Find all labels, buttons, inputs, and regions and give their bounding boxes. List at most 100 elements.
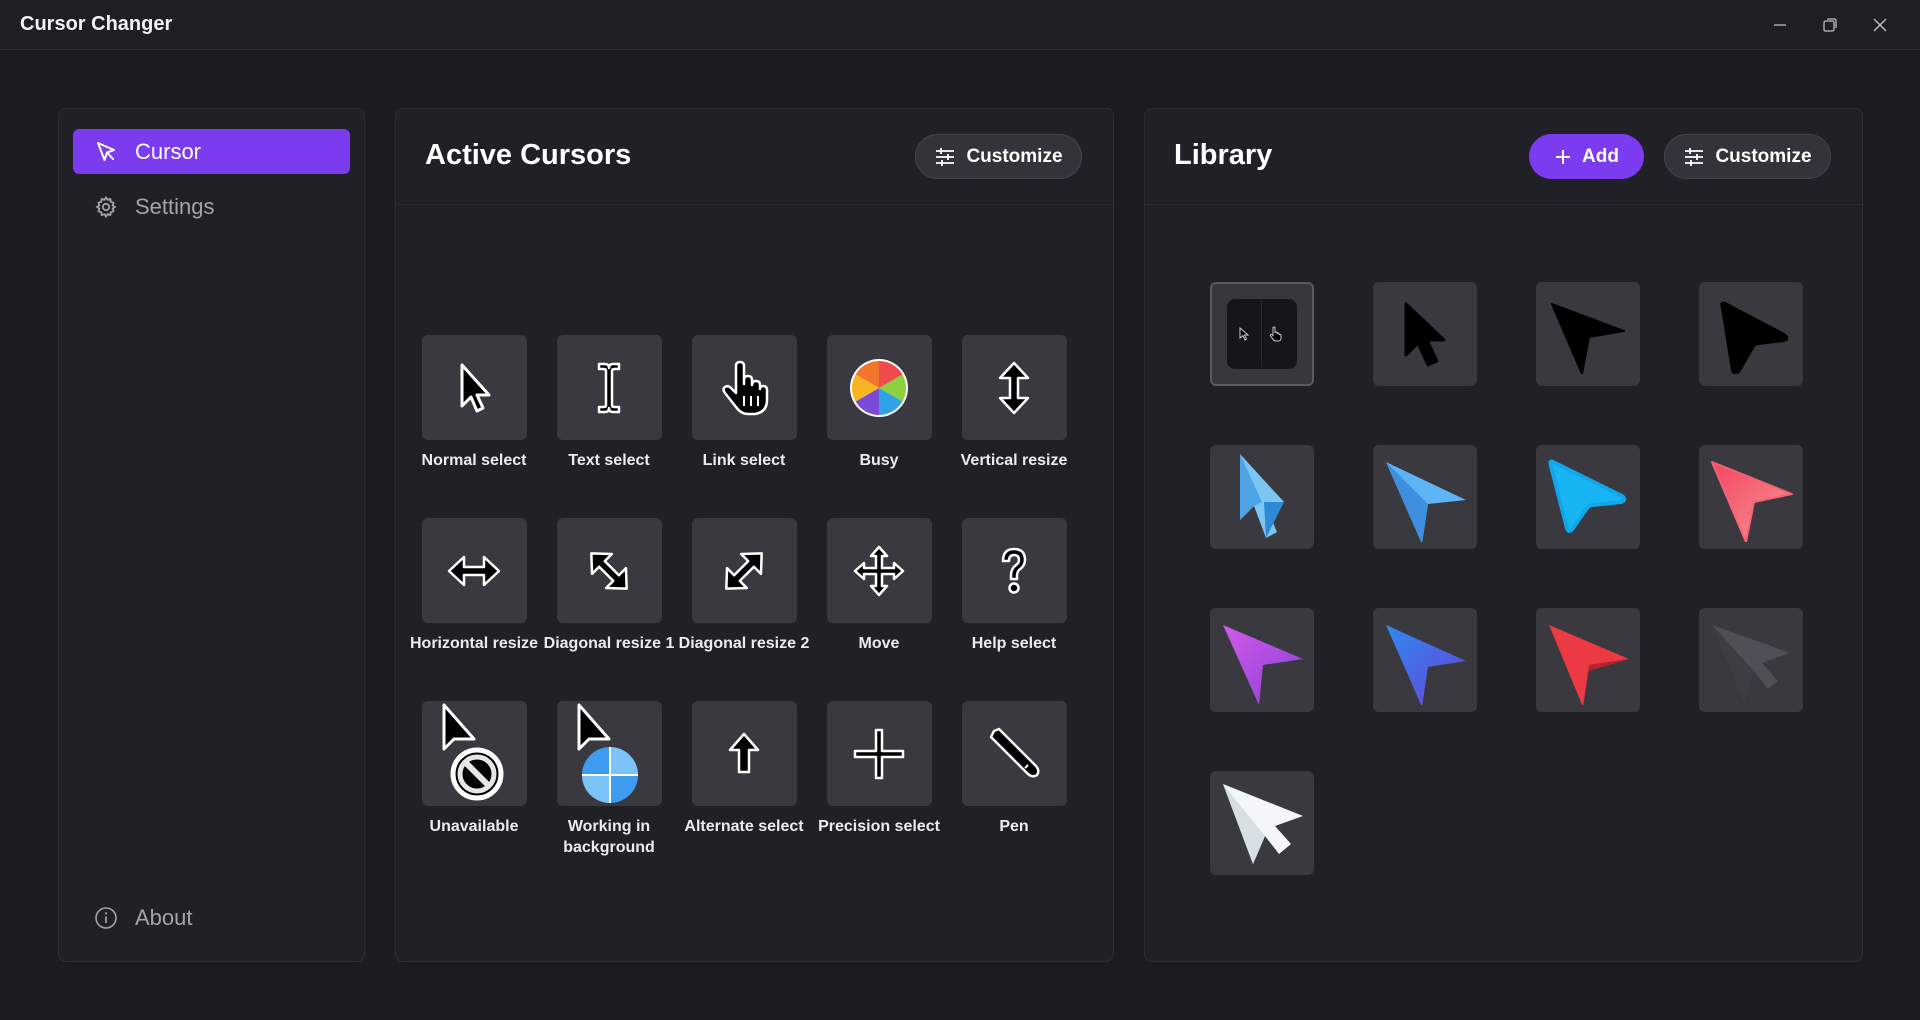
sliders-icon <box>1683 147 1705 167</box>
close-button[interactable] <box>1855 0 1905 50</box>
up-arrow-icon <box>728 732 760 773</box>
hand-cursor-icon <box>722 360 769 415</box>
close-icon <box>1873 18 1887 32</box>
cursor-label: Unavailable <box>429 818 519 835</box>
cursor-tile <box>556 335 662 440</box>
pink-pointer-cursor-icon <box>1711 461 1793 542</box>
cursor-label: Vertical resize <box>960 452 1068 469</box>
library-item-white-arrow[interactable] <box>1210 771 1314 875</box>
cursor-tile <box>826 701 932 806</box>
library-item-purple-pointer[interactable] <box>1210 608 1314 712</box>
cursor-label: Normal select <box>421 452 527 469</box>
library-item-pink-pointer[interactable] <box>1699 445 1803 549</box>
active-cursors-title: Active Cursors <box>425 139 632 171</box>
cursor-tile <box>961 701 1067 806</box>
cursor-label: Working in background <box>563 818 655 856</box>
restore-icon <box>1823 18 1837 32</box>
purple-pointer-cursor-icon <box>1223 625 1303 705</box>
gear-icon <box>93 194 119 220</box>
cursor-item-link-select[interactable]: Link select <box>677 335 811 471</box>
active-cursors-header: Active Cursors Customize <box>396 109 1113 205</box>
cursor-label: Help select <box>971 635 1057 652</box>
minimize-button[interactable] <box>1755 0 1805 50</box>
blue-pointer-cursor-icon <box>1386 462 1466 542</box>
minimize-icon <box>1774 24 1786 26</box>
library-item-light-blue-arrow[interactable] <box>1210 445 1314 549</box>
cursor-tile <box>556 518 662 623</box>
customize-label: Customize <box>966 145 1063 167</box>
library-item-blue-violet-pointer[interactable] <box>1373 608 1477 712</box>
title-bar: Cursor Changer <box>0 0 1920 50</box>
cursor-label: Move <box>858 635 900 652</box>
cursor-label: Alternate select <box>684 818 804 835</box>
light-blue-arrow-cursor-icon <box>1240 454 1284 538</box>
restore-button[interactable] <box>1805 0 1855 50</box>
cursor-item-working-in-background[interactable]: Working in background <box>542 701 676 858</box>
cursor-label: Pen <box>999 818 1029 835</box>
pointer-icon <box>93 139 119 165</box>
cursor-tile <box>421 701 527 806</box>
cursor-item-busy[interactable]: Busy <box>812 335 946 471</box>
help-icon <box>1001 547 1027 594</box>
library-item-red-pointer[interactable] <box>1536 608 1640 712</box>
cursor-item-horizontal-resize[interactable]: Horizontal resize <box>407 518 541 654</box>
active-customize-button[interactable]: Customize <box>915 134 1082 179</box>
add-button[interactable]: Add <box>1529 134 1644 179</box>
cursor-item-diagonal-resize-1[interactable]: Diagonal resize 1 <box>542 518 676 654</box>
library-item-default-pack[interactable] <box>1210 282 1314 386</box>
cursor-item-unavailable[interactable]: Unavailable <box>407 701 541 837</box>
library-customize-button[interactable]: Customize <box>1664 134 1831 179</box>
cyan-rounded-pointer-icon <box>1548 459 1627 533</box>
sidebar: Cursor Settings About <box>58 108 365 962</box>
working-background-icon <box>577 703 638 803</box>
black-rounded-pointer-icon <box>1720 301 1789 374</box>
cursor-tile <box>421 518 527 623</box>
cursor-tile <box>826 518 932 623</box>
horizontal-resize-icon <box>447 555 501 586</box>
plus-icon <box>1554 148 1572 166</box>
ibeam-cursor-icon <box>597 362 621 413</box>
active-cursors-panel: Active Cursors Customize Normal select T… <box>395 108 1114 962</box>
black-arrow-cursor-icon <box>1404 302 1446 367</box>
default-cursor-pack-icon <box>1227 299 1297 369</box>
red-pointer-cursor-icon <box>1549 625 1629 705</box>
cursor-tile <box>691 518 797 623</box>
cursor-tile <box>826 335 932 440</box>
white-arrow-cursor-icon <box>1223 784 1303 864</box>
library-title: Library <box>1174 139 1273 171</box>
cursor-tile <box>691 335 797 440</box>
cursor-item-text-select[interactable]: Text select <box>542 335 676 471</box>
cursor-item-alternate-select[interactable]: Alternate select <box>677 701 811 837</box>
library-item-black-rounded-pointer[interactable] <box>1699 282 1803 386</box>
cursor-item-normal-select[interactable]: Normal select <box>407 335 541 471</box>
sidebar-item-about[interactable]: About <box>73 895 350 940</box>
move-icon <box>853 545 905 596</box>
library-item-black-pointer[interactable] <box>1536 282 1640 386</box>
cursor-item-diagonal-resize-2[interactable]: Diagonal resize 2 <box>677 518 811 654</box>
cursor-label: Text select <box>568 452 650 469</box>
cursor-tile <box>421 335 527 440</box>
diagonal-resize-2-icon <box>725 551 763 590</box>
sidebar-item-label: Settings <box>135 193 215 219</box>
cursor-item-pen[interactable]: Pen <box>947 701 1081 837</box>
cursor-label: Precision select <box>818 818 940 835</box>
library-item-black-arrow[interactable] <box>1373 282 1477 386</box>
library-item-blue-pointer[interactable] <box>1373 445 1477 549</box>
cursor-item-vertical-resize[interactable]: Vertical resize <box>947 335 1081 471</box>
library-item-dark-gray-arrow[interactable] <box>1699 608 1803 712</box>
cursor-item-help-select[interactable]: Help select <box>947 518 1081 654</box>
diagonal-resize-1-icon <box>590 551 628 590</box>
cursor-tile <box>961 335 1067 440</box>
customize-label: Customize <box>1715 145 1812 167</box>
pen-icon <box>989 727 1040 778</box>
sidebar-item-settings[interactable]: Settings <box>73 184 350 229</box>
cursor-label: Horizontal resize <box>409 635 539 652</box>
sidebar-item-cursor[interactable]: Cursor <box>73 129 350 174</box>
cursor-item-precision-select[interactable]: Precision select <box>812 701 946 837</box>
library-item-cyan-rounded-pointer[interactable] <box>1536 445 1640 549</box>
unavailable-icon <box>442 703 503 801</box>
cursor-label: Link select <box>702 452 786 469</box>
cursor-item-move[interactable]: Move <box>812 518 946 654</box>
spinner-wheel-icon <box>850 358 908 417</box>
cursor-tile <box>691 701 797 806</box>
